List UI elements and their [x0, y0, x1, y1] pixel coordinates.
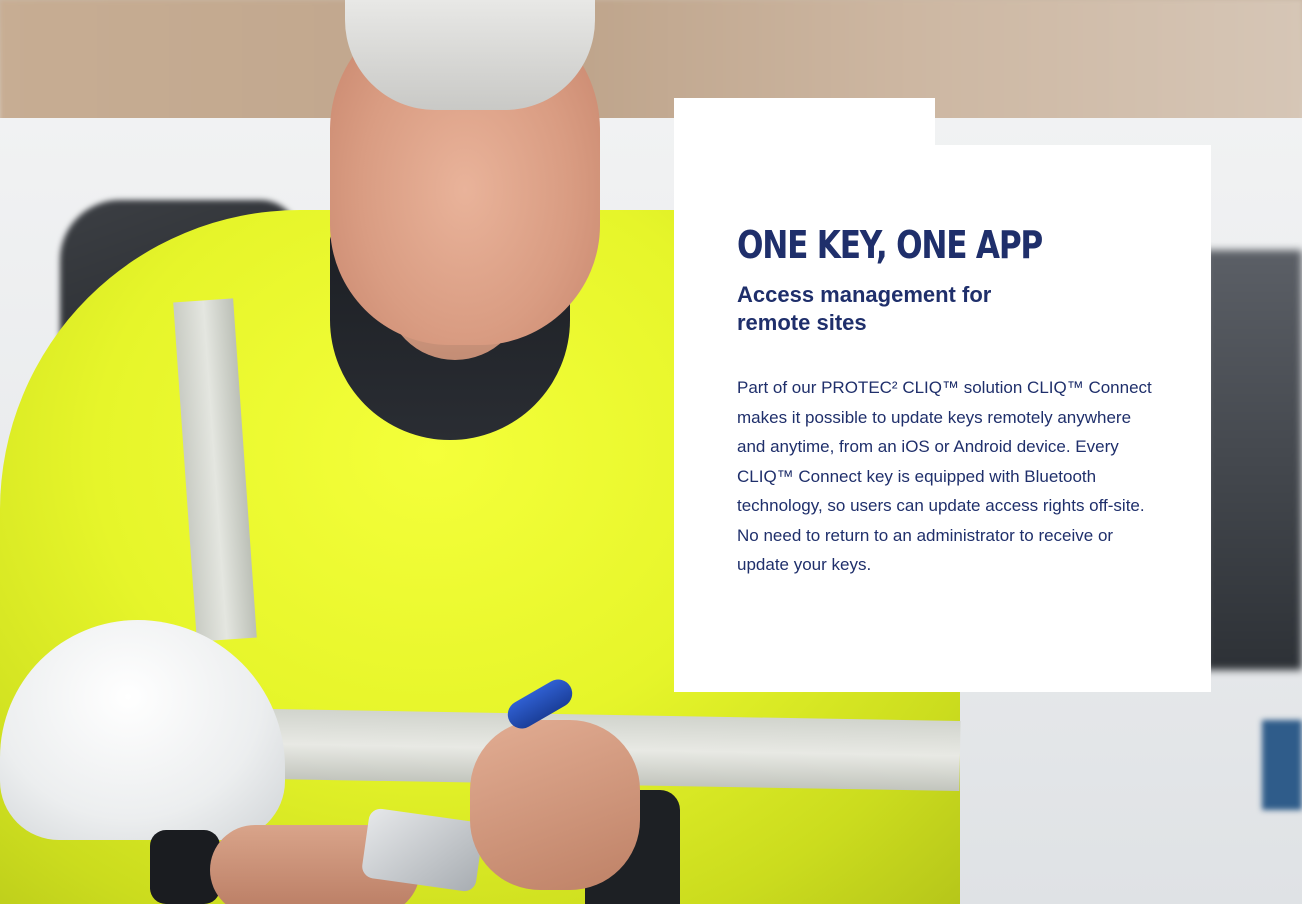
card-title: ONE KEY, ONE APP [737, 223, 1043, 267]
hero-section: ONE KEY, ONE APP Access management for r… [0, 0, 1302, 904]
card-subtitle: Access management for remote sites [737, 282, 992, 335]
card-body-text: Part of our PROTEC² CLIQ™ solution CLIQ™… [737, 378, 1152, 574]
card-tab-decoration [674, 98, 935, 146]
content-card: ONE KEY, ONE APP Access management for r… [674, 145, 1211, 692]
background-wall [0, 0, 1302, 130]
van-stripe [1262, 720, 1302, 810]
right-hand [470, 720, 640, 890]
van-window-right [1205, 250, 1302, 670]
